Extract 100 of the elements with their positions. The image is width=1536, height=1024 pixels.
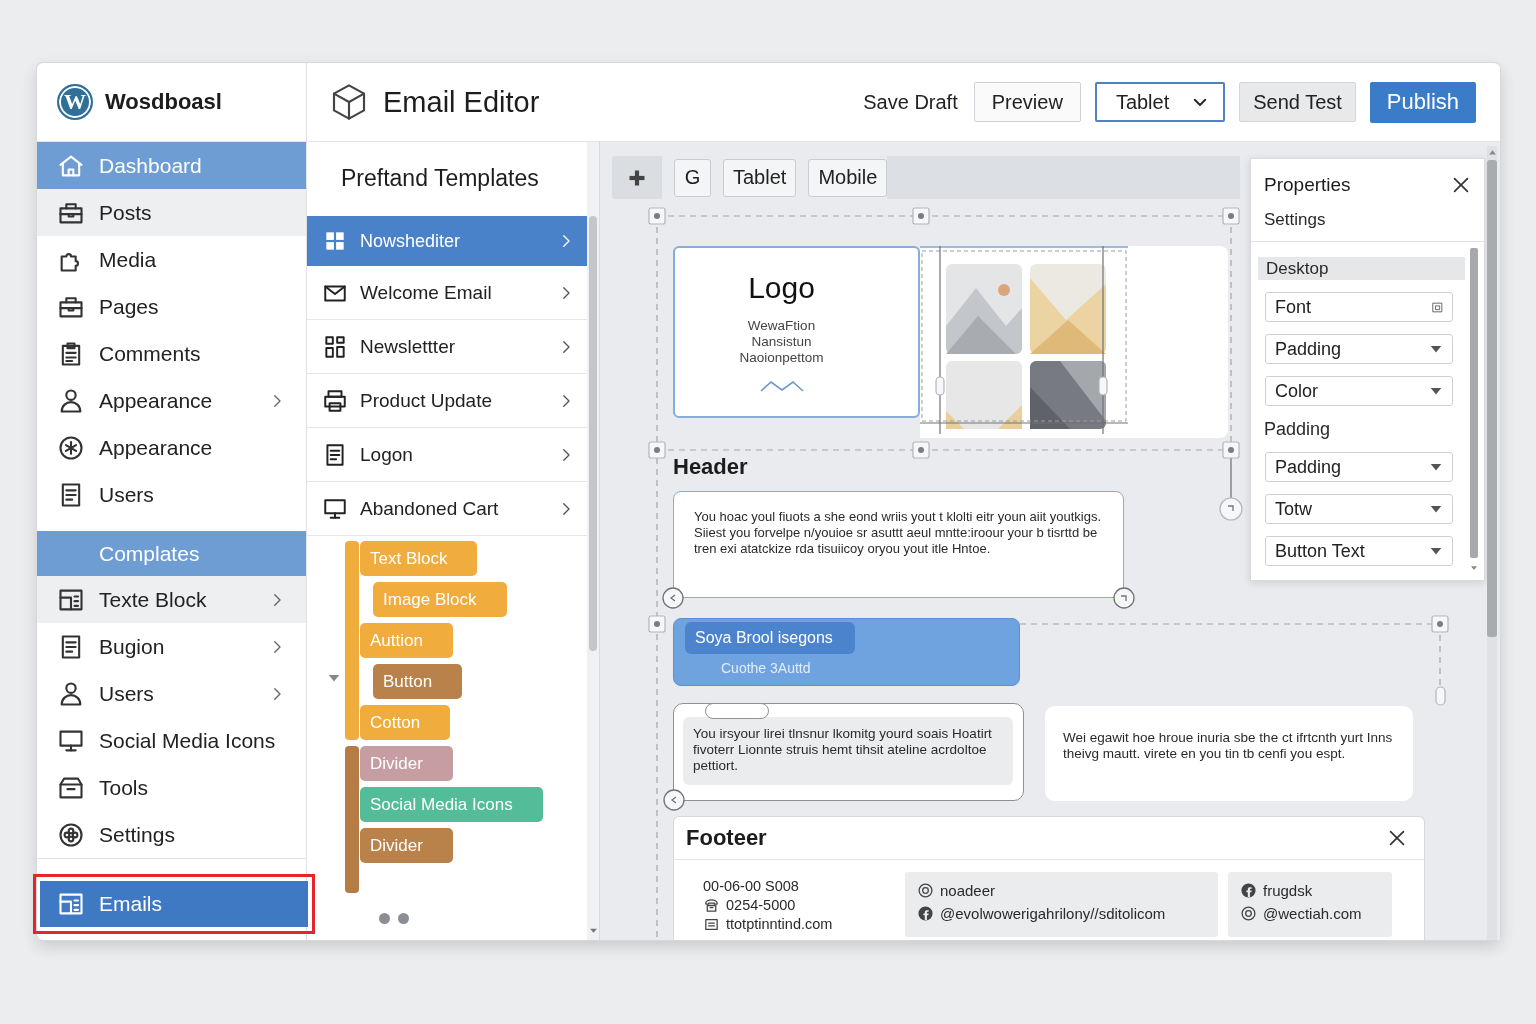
resize-handle-icon[interactable] [912, 207, 930, 225]
logo-card[interactable]: Logo WewaFtion Nansistun Naoionpettom [673, 246, 920, 418]
ring-icon [1240, 905, 1257, 922]
resize-handle-icon[interactable] [1431, 615, 1449, 633]
contact-text: frugdsk [1263, 881, 1313, 901]
sidebar-item[interactable]: Users [37, 471, 306, 518]
secondary-button[interactable]: Send Test [1239, 82, 1356, 122]
ring-icon [917, 882, 934, 899]
bubble-text: You irsyour lirei tlnsnur lkomitg yourd soais Hoatirt fivoterr Lionnte struis hemt tihsit ateline acrdoltoe pettiort. [683, 717, 1013, 785]
pager-dot-icon[interactable] [379, 913, 390, 924]
message-bubble[interactable]: Wei egawit hoe hroue inuria sbe the ct ifrtcnth yurt Inns theivg mautt. virete en you tin tb cenfi you espt. [1045, 706, 1413, 801]
editor-title: Email Editor [383, 85, 540, 119]
square-icon [1431, 300, 1444, 314]
brand-name: Wosdboasl [105, 89, 222, 115]
scrollbar-thumb[interactable] [1487, 160, 1497, 637]
phone-icon [703, 897, 720, 914]
logo-text: Logo [748, 270, 815, 306]
contact-text: @evolwowerigahrilony//sditolicom [940, 904, 1166, 924]
footer-title: Footeer [686, 825, 767, 851]
text-field[interactable]: Font [1265, 292, 1453, 322]
field-label: Padding [1264, 418, 1332, 440]
caret-down-icon[interactable] [588, 926, 598, 935]
sidebar-item[interactable]: Texte Block [37, 576, 306, 623]
resize-handle-icon[interactable] [912, 441, 930, 459]
view-button[interactable]: Tablet [723, 158, 797, 197]
sidebar-item[interactable]: Pages [37, 283, 306, 330]
scrollbar-thumb[interactable] [589, 216, 597, 651]
grid-icon [322, 333, 348, 360]
drag-handle-icon[interactable] [1435, 686, 1446, 706]
resize-circle-icon[interactable] [1113, 587, 1135, 609]
pager-dot-icon[interactable] [398, 913, 409, 924]
text-button[interactable]: Save Draft [861, 82, 960, 122]
caret-up-icon[interactable] [1487, 148, 1497, 157]
sidebar-item[interactable]: Comments [37, 330, 306, 377]
add-button[interactable] [612, 156, 662, 199]
caret-down-icon[interactable] [1470, 564, 1478, 572]
resize-handle-icon[interactable] [648, 615, 666, 633]
contact-text: 0254-5000 [726, 896, 796, 915]
cta-block[interactable]: Soya Brool isegons Cuothe 3Auttd [673, 618, 1020, 686]
sidebar-item[interactable]: Tools [37, 764, 306, 811]
section-heading: Complates [37, 531, 306, 576]
sidebar-item[interactable]: Appearance [37, 424, 306, 471]
scrollbar[interactable] [1487, 146, 1497, 940]
asterisk-circle-icon [57, 433, 85, 462]
sidebar-item[interactable]: Settings [37, 811, 306, 858]
contact-text: noadeer [940, 881, 996, 901]
panel-title: Properties [1264, 174, 1351, 196]
section-label: Header [673, 454, 748, 480]
primary-button[interactable]: Publish [1369, 81, 1476, 123]
contact-text: 00-06-00 S008 [703, 877, 799, 896]
scrollbar[interactable] [587, 142, 599, 940]
cta-button[interactable]: Soya Brool isegons [685, 622, 855, 654]
resize-handle-icon[interactable] [1222, 207, 1240, 225]
crop-handle-icon[interactable] [1098, 376, 1108, 396]
social-badge-icon [1240, 882, 1257, 899]
sidebar-item[interactable]: Social Media Icons [37, 717, 306, 764]
bubble-text: Wei egawit hoe hroue inuria sbe the ct ifrtcnth yurt Inns theivg mautt. virete en you tin tb cenfi you espt. [1063, 730, 1394, 762]
sidebar-item[interactable]: Posts [37, 189, 306, 236]
sidebar-item[interactable]: Bugion [37, 623, 306, 670]
select-field[interactable]: Color [1265, 376, 1453, 406]
sidebar-item[interactable]: Users [37, 670, 306, 717]
resize-handle-icon[interactable] [648, 441, 666, 459]
footer-panel[interactable]: Footeer 00-06-00 S008 0254-5000 ttotptinntind.com noadeer @evolwowerigahrilony//sditolicom frugdsk @wectiah.com [673, 816, 1425, 940]
drag-handle[interactable] [705, 703, 769, 719]
template-item[interactable]: Logon [307, 428, 587, 482]
printer-icon [322, 387, 348, 414]
view-button[interactable]: Mobile [808, 158, 888, 197]
crop-frame[interactable] [920, 246, 1129, 435]
social-badge-icon [917, 905, 934, 922]
template-item[interactable]: Newslettter [307, 320, 587, 374]
message-bubble[interactable]: You irsyour lirei tlnsnur lkomitg yourd soais Hoatirt fivoterr Lionnte struis hemt tihsit ateline acrdoltoe pettiort. [673, 703, 1024, 801]
panel-title: Preftand Templates [340, 163, 540, 193]
resize-circle-icon[interactable] [662, 587, 684, 609]
body-text: You hoac youl fiuots a she eond wriis yout t klolti eitr youn aiit youtkigs. Siiest you forvelpe n/youioe sr asuttt aeul mntte:iroour your b tisrttd be tren exi atatckize rda tisuiicoy oryou yout itle Hntoe. [694, 509, 1103, 557]
select-field[interactable]: Button Text [1265, 536, 1453, 566]
device-select[interactable]: Tablet [1094, 82, 1226, 122]
text-card[interactable] [673, 491, 1124, 598]
scrollbar[interactable] [1469, 248, 1479, 572]
outline-button[interactable]: Preview [973, 82, 1081, 122]
view-button[interactable]: G [674, 158, 711, 197]
sidebar-item[interactable]: Appearance [37, 377, 306, 424]
select-field[interactable]: Padding [1265, 452, 1453, 482]
logo-badge: W [57, 84, 93, 120]
sidebar-item[interactable]: Media [37, 236, 306, 283]
wheel-icon [57, 820, 85, 849]
template-item[interactable]: Product Update [307, 374, 587, 428]
image-panel[interactable] [920, 246, 1228, 438]
tagline-text: WewaFtion Nansistun Naoionpettom [739, 318, 824, 366]
select-field[interactable]: Totw [1265, 494, 1453, 524]
crop-handle-icon[interactable] [935, 376, 945, 396]
rotate-handle-icon[interactable] [1219, 497, 1243, 521]
zigzag-icon [759, 380, 804, 392]
resize-handle-icon[interactable] [1222, 441, 1240, 459]
select-field[interactable]: Padding [1265, 334, 1453, 364]
template-item[interactable]: Nowshediter [307, 216, 587, 266]
scrollbar-thumb[interactable] [1470, 248, 1478, 558]
resize-handle-icon[interactable] [648, 207, 666, 225]
contact-text: ttotptinntind.com [726, 915, 833, 934]
resize-circle-icon[interactable] [663, 789, 685, 811]
sidebar-item[interactable]: Emails [40, 881, 308, 927]
